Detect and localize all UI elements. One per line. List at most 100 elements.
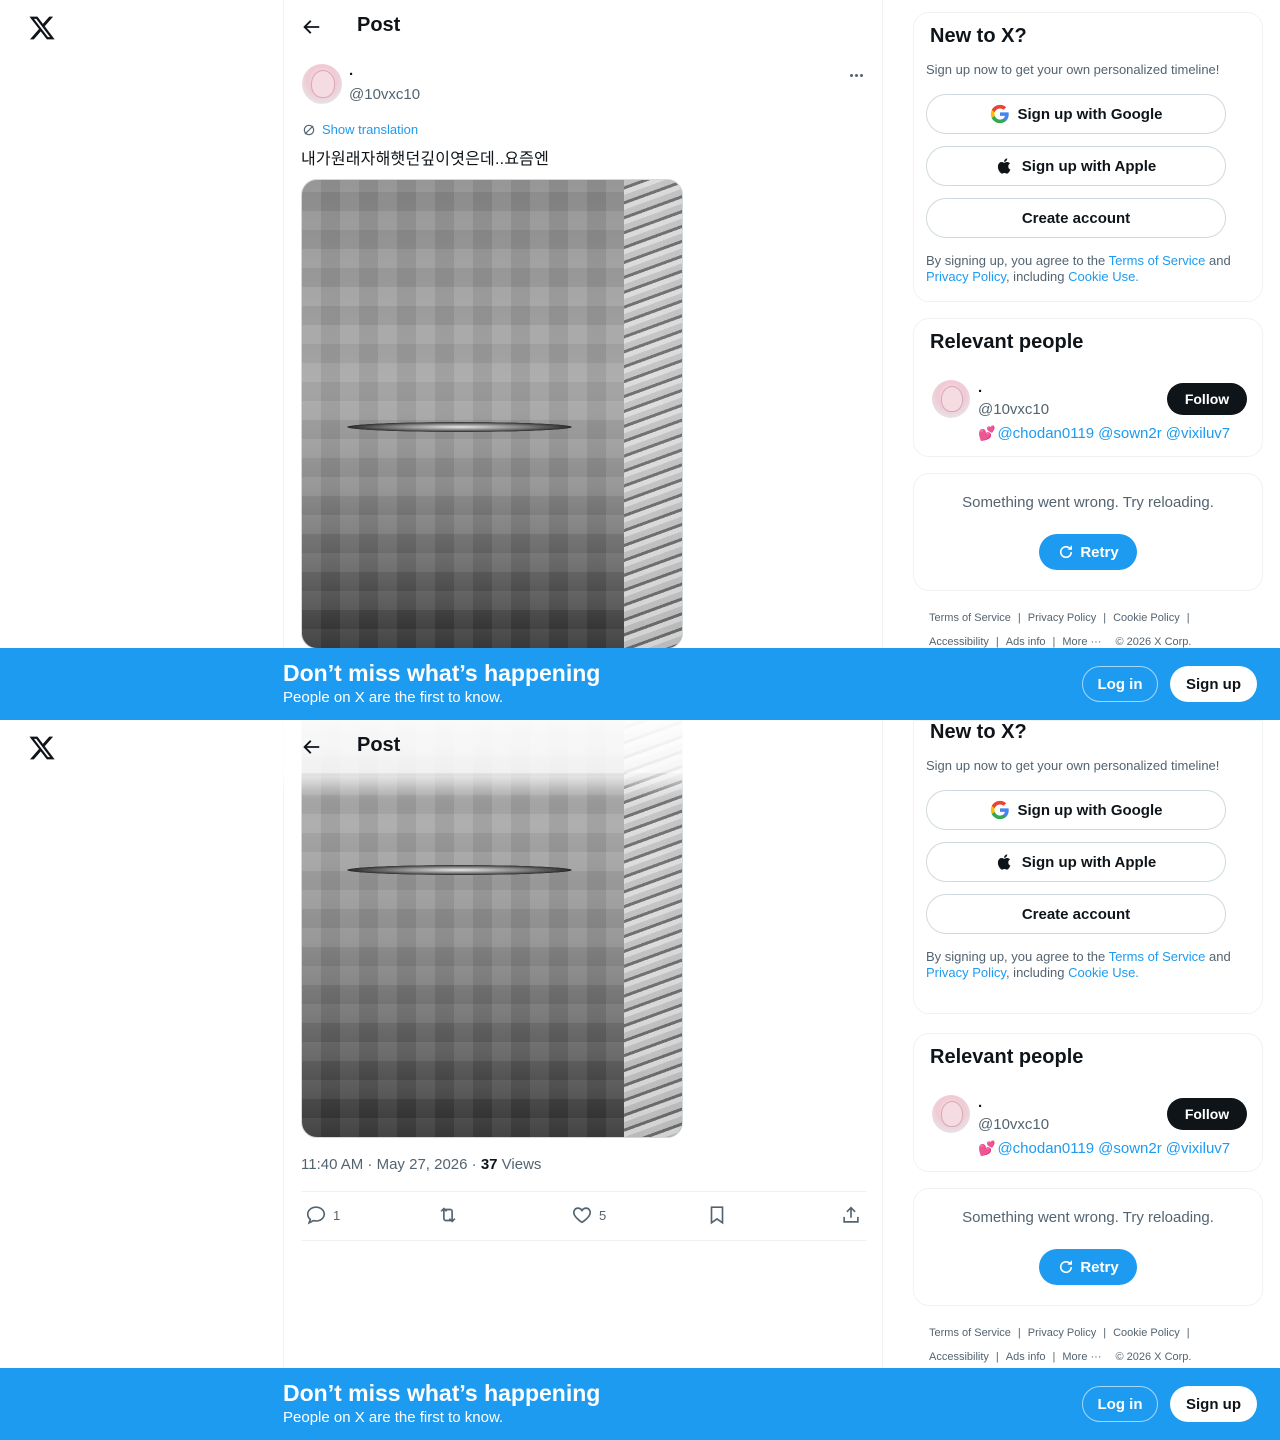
create-account-label: Create account: [1021, 209, 1131, 227]
retry-button[interactable]: Retry: [1039, 534, 1137, 570]
google-icon: [990, 104, 1009, 124]
mention-link[interactable]: @sown2r: [1098, 425, 1162, 442]
relevant-avatar[interactable]: [932, 1095, 970, 1133]
relevant-handle[interactable]: @10vxc10: [978, 1116, 1049, 1133]
repost-button[interactable]: [437, 1204, 465, 1226]
back-arrow-icon[interactable]: [300, 15, 322, 39]
post-media-image[interactable]: [301, 720, 683, 1138]
reply-button[interactable]: 1: [305, 1204, 340, 1226]
mention-link[interactable]: @chodan0119: [997, 425, 1094, 442]
footer-ads-link[interactable]: Ads info: [1006, 1351, 1046, 1363]
signup-apple-button[interactable]: Sign up with Apple: [926, 842, 1226, 882]
cookie-use-link[interactable]: Cookie Use.: [1068, 965, 1139, 980]
footer-more-link[interactable]: More ···: [1062, 1351, 1101, 1363]
signup-google-label: Sign up with Google: [1017, 105, 1163, 123]
more-options-icon[interactable]: [846, 66, 866, 84]
error-card: Something went wrong. Try reloading. Ret…: [913, 473, 1263, 591]
privacy-link[interactable]: Privacy Policy: [926, 965, 1006, 980]
heart-icon: [573, 1207, 591, 1224]
signup-card-title: New to X?: [930, 721, 1027, 743]
apple-icon: [997, 158, 1011, 174]
signup-apple-label: Sign up with Apple: [1021, 853, 1157, 871]
signup-card-subtitle: Sign up now to get your own personalized…: [926, 758, 1220, 773]
author-name[interactable]: .: [349, 62, 353, 79]
relevant-name[interactable]: .: [978, 1094, 982, 1111]
footer-copyright: © 2026 X Corp.: [1115, 636, 1192, 648]
error-message: Something went wrong. Try reloading.: [962, 494, 1214, 511]
author-handle[interactable]: @10vxc10: [349, 86, 420, 103]
footer-accessibility-link[interactable]: Accessibility: [929, 1351, 989, 1363]
post-media-image[interactable]: [301, 179, 683, 649]
post-actions-bar: 1 5: [301, 1191, 867, 1241]
show-translation-label: Show translation: [322, 122, 419, 137]
relevant-people-card: Relevant people . @10vxc10 💕 @chodan0119…: [913, 1033, 1263, 1172]
follow-button[interactable]: Follow: [1167, 383, 1247, 415]
share-button[interactable]: [840, 1204, 862, 1226]
terms-link[interactable]: Terms of Service: [1109, 949, 1206, 964]
cookie-use-link[interactable]: Cookie Use.: [1068, 269, 1139, 284]
relevant-handle[interactable]: @10vxc10: [978, 401, 1049, 418]
relevant-bio: 💕 @chodan0119 @sown2r @vixiluv7: [978, 1140, 1234, 1157]
follow-button[interactable]: Follow: [1167, 1098, 1247, 1130]
privacy-link[interactable]: Privacy Policy: [926, 269, 1006, 284]
retry-button[interactable]: Retry: [1039, 1249, 1137, 1285]
login-button[interactable]: Log in: [1082, 1386, 1158, 1422]
signup-button[interactable]: Sign up: [1170, 1386, 1257, 1422]
footer-terms-link[interactable]: Terms of Service: [929, 612, 1011, 624]
footer-cookie-link[interactable]: Cookie Policy: [1113, 1327, 1180, 1339]
viewport-top: Post . @10vxc10 Show translation 내가원래자해햇…: [0, 0, 1280, 720]
footer-terms-link[interactable]: Terms of Service: [929, 1327, 1011, 1339]
legal-text-1: By signing up, you agree to the: [926, 253, 1109, 268]
refresh-icon: [1060, 545, 1073, 559]
bookmark-button[interactable]: [706, 1204, 728, 1226]
relevant-people-title: Relevant people: [930, 331, 1084, 353]
relevant-avatar[interactable]: [932, 380, 970, 418]
footer-more-link[interactable]: More ···: [1062, 636, 1101, 648]
relevant-name[interactable]: .: [978, 379, 982, 396]
relevant-people-title: Relevant people: [930, 1046, 1084, 1068]
x-logo-icon[interactable]: [28, 734, 56, 762]
post-header: Post: [284, 0, 882, 54]
post-timestamp: 11:40 AM · May 27, 2026 · 37 Views: [301, 1156, 541, 1173]
footer-links: Terms of Service | Privacy Policy | Cookie P…: [929, 1327, 1192, 1363]
signup-button[interactable]: Sign up: [1170, 666, 1257, 702]
x-logo-icon[interactable]: [28, 14, 56, 42]
create-account-label: Create account: [1021, 905, 1131, 923]
login-banner: Don’t miss what’s happening People on X …: [0, 1368, 1280, 1440]
error-card: Something went wrong. Try reloading. Ret…: [913, 1188, 1263, 1306]
back-arrow-icon[interactable]: [300, 735, 322, 759]
repost-icon: [440, 1207, 456, 1223]
show-translation-link[interactable]: Show translation: [302, 122, 418, 137]
retry-label: Retry: [1080, 1258, 1119, 1276]
mention-link[interactable]: @vixiluv7: [1166, 1140, 1230, 1157]
post-time[interactable]: 11:40 AM · May 27, 2026 ·: [301, 1156, 481, 1173]
relevant-people-card: Relevant people . @10vxc10 💕 @chodan0119…: [913, 318, 1263, 457]
footer-cookie-link[interactable]: Cookie Policy: [1113, 612, 1180, 624]
signup-card: New to X? Sign up now to get your own pe…: [913, 12, 1263, 302]
login-button[interactable]: Log in: [1082, 666, 1158, 702]
author-avatar[interactable]: [302, 64, 342, 104]
mention-link[interactable]: @vixiluv7: [1166, 425, 1230, 442]
media-blurred-region: [347, 865, 572, 875]
signup-google-button[interactable]: Sign up with Google: [926, 790, 1226, 830]
legal-text-2: and: [1205, 949, 1231, 964]
signup-apple-button[interactable]: Sign up with Apple: [926, 146, 1226, 186]
post-header: Post: [284, 720, 694, 773]
signup-card-title: New to X?: [930, 25, 1027, 47]
login-banner: Don’t miss what’s happening People on X …: [0, 648, 1280, 720]
signup-google-button[interactable]: Sign up with Google: [926, 94, 1226, 134]
terms-link[interactable]: Terms of Service: [1109, 253, 1206, 268]
mention-link[interactable]: @chodan0119: [997, 1140, 1094, 1157]
banner-title: Don’t miss what’s happening: [283, 1380, 601, 1406]
footer-privacy-link[interactable]: Privacy Policy: [1028, 612, 1096, 624]
footer-ads-link[interactable]: Ads info: [1006, 636, 1046, 648]
create-account-button[interactable]: Create account: [926, 198, 1226, 238]
footer-accessibility-link[interactable]: Accessibility: [929, 636, 989, 648]
like-button[interactable]: 5: [571, 1204, 606, 1226]
create-account-button[interactable]: Create account: [926, 894, 1226, 934]
post-column: Post 11:40 AM · May 27, 2026 · 37 Views …: [283, 720, 883, 1440]
mention-link[interactable]: @sown2r: [1098, 1140, 1162, 1157]
reply-icon: [306, 1206, 326, 1225]
retry-label: Retry: [1080, 543, 1119, 561]
footer-privacy-link[interactable]: Privacy Policy: [1028, 1327, 1096, 1339]
